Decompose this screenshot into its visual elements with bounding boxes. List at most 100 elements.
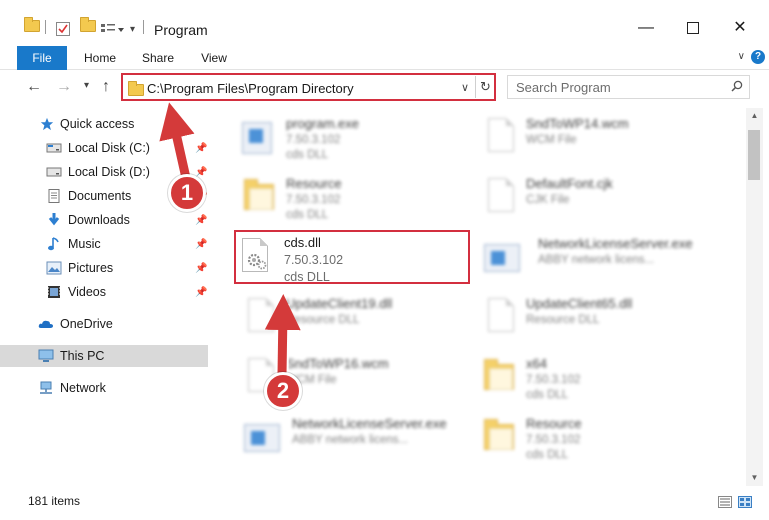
drive-icon	[46, 167, 62, 177]
file-name: DefaultFont.cjk	[526, 176, 613, 191]
sidebar-item-network[interactable]: Network	[0, 377, 208, 399]
file-name: NetworkLicenseServer.exe	[538, 236, 693, 251]
file-item[interactable]: NetworkLicenseServer.exe ABBY network li…	[476, 230, 712, 284]
status-bar: 181 items	[0, 486, 769, 520]
file-item[interactable]: Resource 7.50.3.102 cds DLL	[476, 410, 712, 464]
file-detail: 7.50.3.102	[284, 253, 344, 267]
search-box	[507, 75, 750, 99]
gear-icon	[247, 253, 267, 270]
sidebar-item-videos[interactable]: Videos 📌	[0, 281, 208, 303]
file-item[interactable]: NetworkLicenseServer.exe ABBY network li…	[236, 410, 472, 464]
sidebar-item-this-pc[interactable]: This PC	[0, 345, 208, 367]
pin-icon: 📌	[195, 262, 208, 274]
file-detail: cds DLL	[286, 209, 329, 221]
file-item[interactable]: SndToWP14.wcm WCM File	[476, 110, 712, 164]
folder-icon	[484, 359, 514, 390]
file-item[interactable]: DefaultFont.cjk CJK File	[476, 170, 712, 224]
file-list: program.exe 7.50.3.102 cds DLL SndToWP14…	[214, 108, 746, 486]
file-item[interactable]: x64 7.50.3.102 cds DLL	[476, 350, 712, 404]
properties-button[interactable]	[56, 22, 70, 36]
scroll-thumb[interactable]	[748, 130, 760, 180]
folder-icon	[484, 419, 514, 450]
tab-home[interactable]: Home	[80, 48, 120, 70]
minimize-button[interactable]: —	[632, 16, 660, 40]
file-item[interactable]: program.exe 7.50.3.102 cds DLL	[236, 110, 472, 164]
dll-gear-icon	[488, 298, 514, 332]
videos-icon	[48, 286, 60, 298]
tab-share[interactable]: Share	[138, 48, 178, 70]
forward-icon[interactable]: →	[56, 78, 72, 96]
file-item[interactable]: Resource 7.50.3.102 cds DLL	[236, 170, 472, 224]
sidebar-item-label: Network	[60, 381, 106, 395]
file-name: program.exe	[286, 116, 359, 131]
maximize-icon	[687, 22, 699, 34]
address-dropdown-icon[interactable]: ∨	[461, 81, 469, 94]
scroll-up-icon[interactable]: ▲	[746, 108, 763, 124]
file-detail: CJK File	[526, 194, 570, 206]
content-scrollbar[interactable]: ▲ ▼	[746, 108, 763, 486]
file-name: NetworkLicenseServer.exe	[292, 416, 447, 431]
file-item[interactable]: UpdateClient19.dll Resource DLL	[236, 290, 472, 344]
help-icon[interactable]: ?	[751, 50, 765, 64]
file-icon	[488, 118, 514, 152]
pictures-icon	[46, 261, 62, 275]
computer-icon	[38, 349, 54, 362]
maximize-button[interactable]	[679, 16, 707, 40]
file-detail: cds DLL	[284, 270, 330, 284]
file-detail: Resource DLL	[526, 314, 600, 326]
back-icon[interactable]: ←	[26, 78, 42, 96]
navigation-pane: Quick access Local Disk (C:) 📌 Local Dis…	[0, 108, 214, 486]
refresh-button[interactable]: ↻	[475, 76, 495, 98]
up-icon[interactable]: ↑	[102, 78, 110, 96]
search-input[interactable]	[508, 76, 728, 98]
sidebar-item-label: Pictures	[68, 261, 114, 275]
scroll-down-icon[interactable]: ▼	[746, 470, 763, 486]
new-folder-button[interactable]	[80, 17, 96, 32]
dll-gear-icon	[248, 298, 274, 332]
close-button[interactable]: ✕	[726, 16, 754, 40]
folder-icon	[128, 81, 144, 96]
file-item[interactable]: UpdateClient65.dll Resource DLL	[476, 290, 712, 344]
file-name: cds.dll	[284, 235, 321, 250]
file-detail: 7.50.3.102	[286, 134, 341, 146]
pin-icon: 📌	[195, 238, 208, 250]
sidebar-item-onedrive[interactable]: OneDrive	[0, 313, 208, 335]
new-folder-icon	[80, 17, 96, 32]
sidebar-item-downloads[interactable]: Downloads 📌	[0, 209, 208, 231]
sidebar-item-label: Documents	[68, 189, 132, 203]
tab-view[interactable]: View	[194, 48, 234, 70]
file-name: UpdateClient65.dll	[526, 296, 633, 311]
details-view-icon[interactable]	[718, 496, 732, 508]
large-icons-view-icon[interactable]	[738, 496, 752, 508]
search-icon[interactable]	[731, 80, 743, 92]
sidebar-item-label: Local Disk (D:)	[68, 165, 150, 179]
file-name: Resource	[286, 176, 342, 191]
navigation-bar: ← → ▾ ↑ C:\Program Files\Program Directo…	[0, 70, 769, 106]
file-detail: Resource DLL	[286, 314, 360, 326]
file-item-cds-dll[interactable]: cds.dll 7.50.3.102 cds DLL	[234, 230, 470, 284]
refresh-icon: ↻	[480, 79, 491, 94]
sidebar-item-quick-access[interactable]: Quick access	[0, 113, 208, 135]
file-detail: ABBY network licens...	[292, 434, 409, 446]
file-name: SndToWP16.wcm	[286, 356, 389, 371]
folder-icon	[244, 179, 274, 210]
minimize-icon: —	[638, 19, 654, 36]
sidebar-item-pictures[interactable]: Pictures 📌	[0, 257, 208, 279]
sidebar-item-local-disk-c[interactable]: Local Disk (C:) 📌	[0, 137, 208, 159]
sidebar-item-music[interactable]: Music 📌	[0, 233, 208, 255]
qat-chevron-icon[interactable]: ▾	[130, 24, 135, 35]
title-bar: ▾ Program — ✕	[0, 0, 769, 44]
sidebar-item-label: Quick access	[60, 117, 135, 131]
recent-locations-icon[interactable]: ▾	[84, 80, 89, 91]
address-bar[interactable]: C:\Program Files\Program Directory ∨ ↻	[121, 73, 496, 101]
file-detail: WCM File	[526, 134, 577, 146]
sidebar-item-label: Music	[68, 237, 101, 251]
customize-qat-button[interactable]	[100, 22, 126, 36]
pin-icon: 📌	[195, 286, 208, 298]
tab-file[interactable]: File	[17, 46, 67, 70]
file-detail: cds DLL	[526, 389, 569, 401]
expand-ribbon-icon[interactable]: ∨	[738, 51, 745, 62]
pin-icon: 📌	[195, 142, 208, 154]
item-count: 181 items	[28, 494, 81, 508]
file-detail: 7.50.3.102	[526, 434, 581, 446]
